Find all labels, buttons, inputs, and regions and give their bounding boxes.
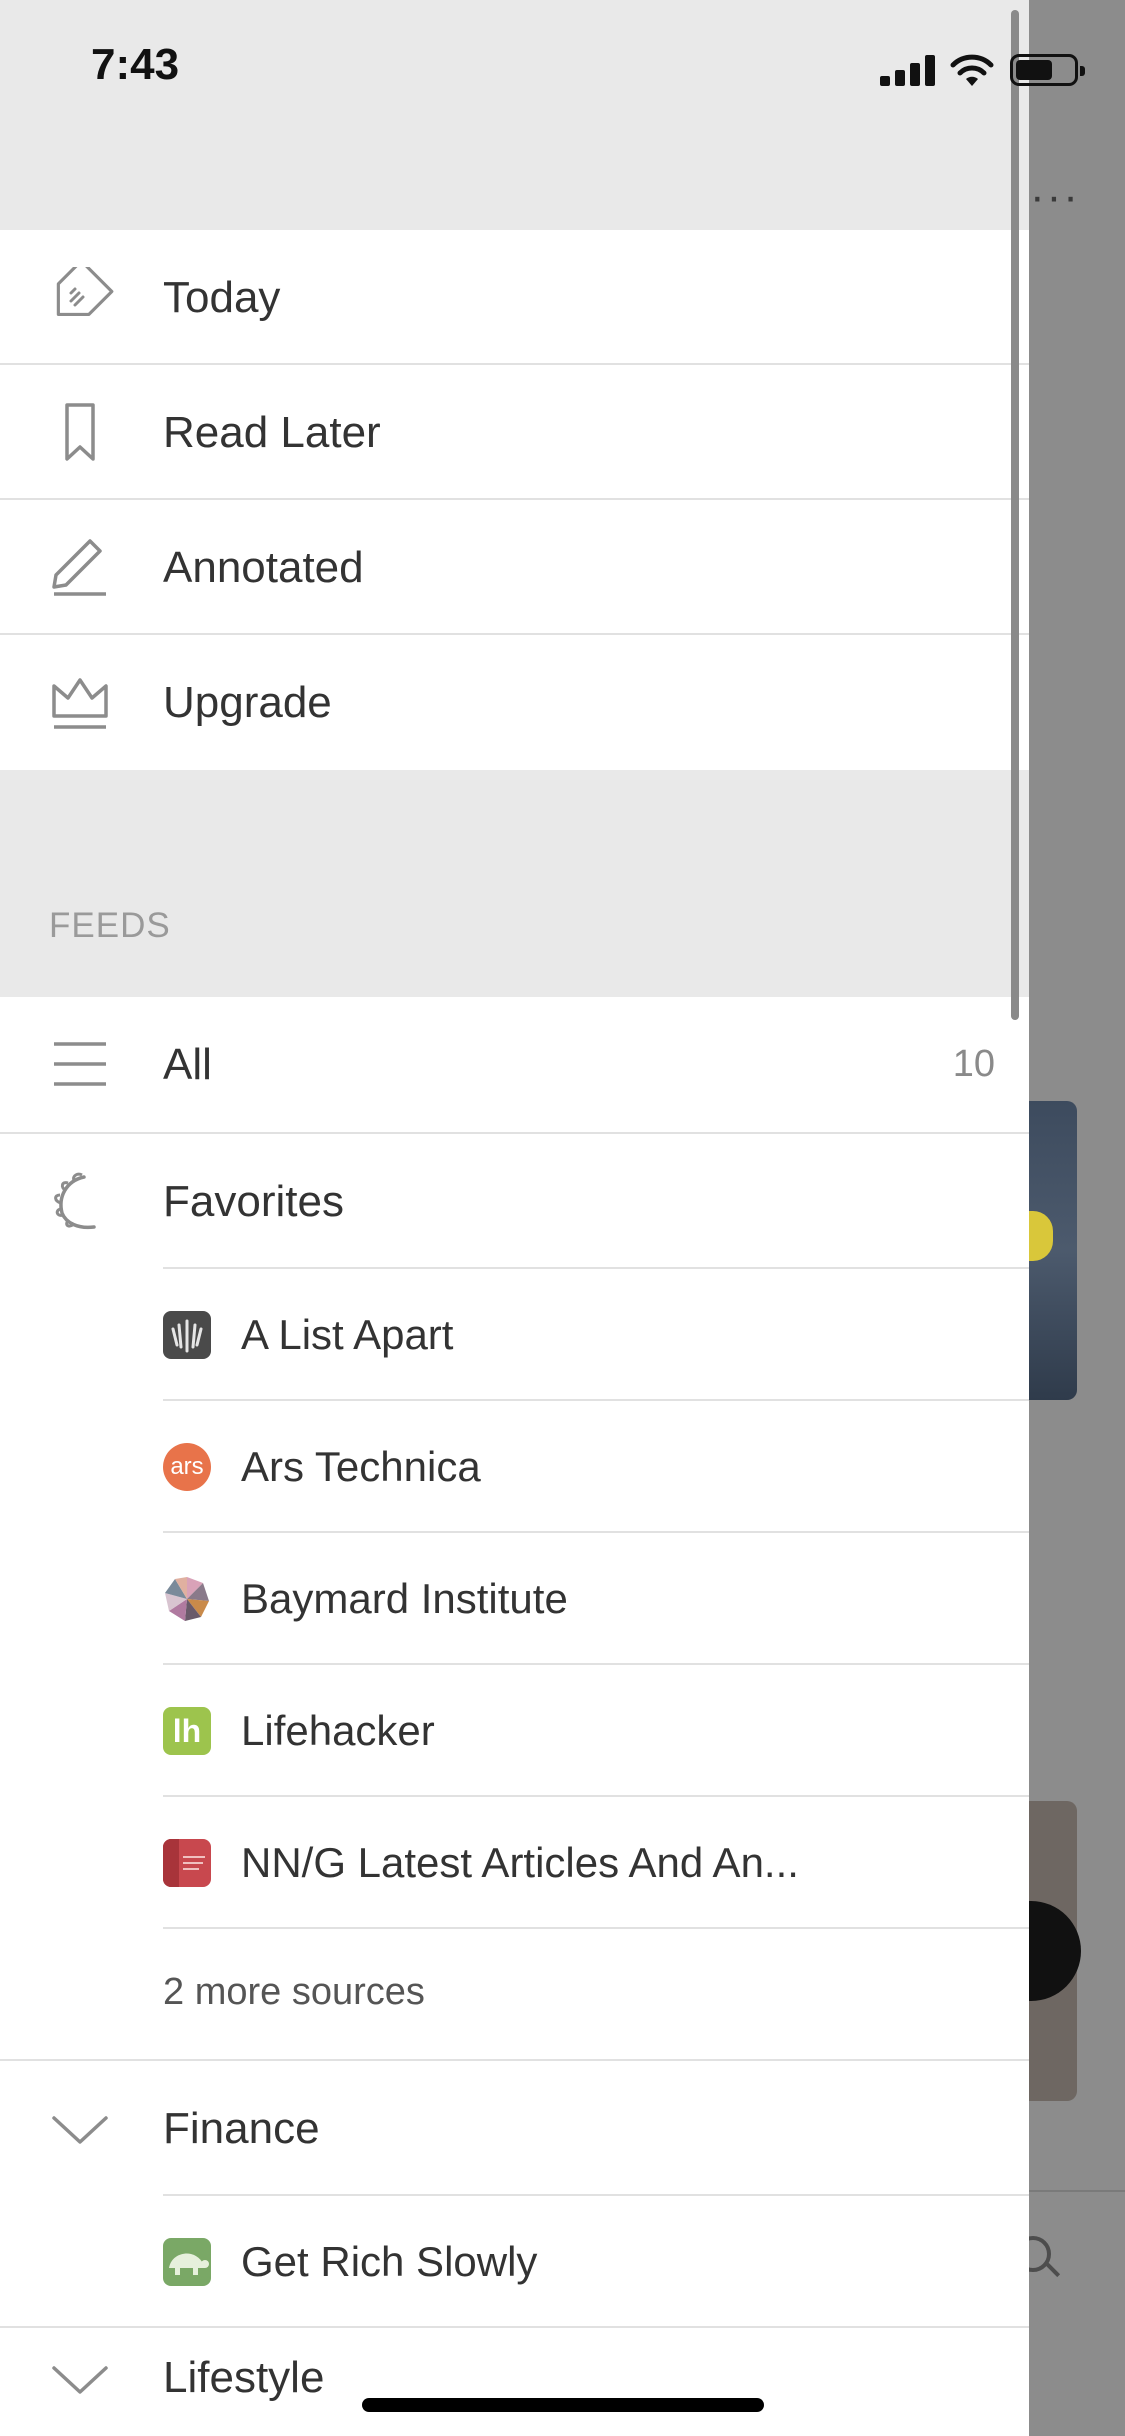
status-bar: 7:43 (0, 0, 1125, 140)
source-label: A List Apart (241, 1311, 454, 1358)
feeds-section-title: FEEDS (49, 906, 171, 945)
source-label: Lifehacker (241, 1707, 435, 1754)
feed-folder-lifestyle[interactable]: Lifestyle (0, 2328, 1029, 2436)
nav-item-label: Read Later (163, 408, 381, 457)
navigation-drawer: Today Read Later Annotated Upgrade FEEDS… (0, 0, 1029, 2436)
nav-item-annotated[interactable]: Annotated (0, 500, 1029, 635)
status-time: 7:43 (91, 40, 180, 89)
source-label: NN/G Latest Articles And An... (241, 1839, 799, 1886)
nng-favicon (163, 1839, 211, 1887)
source-get-rich-slowly[interactable]: Get Rich Slowly (0, 2196, 1029, 2328)
battery-icon (1010, 54, 1085, 86)
feed-folder-label: Lifestyle (163, 2353, 325, 2402)
source-label: Baymard Institute (241, 1575, 568, 1622)
unread-count: 10 (952, 1043, 995, 1085)
ars-technica-favicon: ars (163, 1443, 211, 1491)
bookmark-icon (65, 403, 95, 461)
background-divider (1029, 2190, 1125, 2192)
feed-folder-label: Favorites (163, 1177, 344, 1226)
feed-folder-favorites[interactable]: Favorites (0, 1134, 1029, 1269)
home-indicator[interactable] (362, 2398, 764, 2412)
nav-item-label: Annotated (163, 543, 364, 592)
nav-item-label: Upgrade (163, 678, 332, 727)
more-sources-link[interactable]: 2 more sources (163, 1926, 425, 2058)
get-rich-slowly-favicon (163, 2238, 211, 2286)
feed-item-all[interactable]: All 10 (0, 997, 1029, 1132)
source-label: Get Rich Slowly (241, 2238, 538, 2285)
background-article-image (1029, 1101, 1077, 1400)
a-list-apart-favicon (163, 1311, 211, 1359)
source-label: Ars Technica (241, 1443, 481, 1490)
laurel-icon (54, 1172, 96, 1230)
nav-item-upgrade[interactable]: Upgrade (0, 635, 1029, 770)
chevron-down-icon (52, 2116, 108, 2144)
nav-item-label: Today (163, 273, 281, 322)
more-options-icon: ··· (1030, 172, 1080, 221)
source-lifehacker[interactable]: lh Lifehacker (0, 1665, 1029, 1797)
source-ars-technica[interactable]: ars Ars Technica (0, 1401, 1029, 1533)
crown-icon (52, 678, 108, 729)
pencil-icon (52, 539, 106, 596)
screen: ··· Today Read Later Annotated Upgrade F… (0, 0, 1125, 2436)
feed-item-label: All (163, 1040, 212, 1089)
source-a-list-apart[interactable]: A List Apart (0, 1269, 1029, 1401)
lifehacker-favicon: lh (163, 1707, 211, 1755)
source-baymard-institute[interactable]: Baymard Institute (0, 1533, 1029, 1665)
feed-folder-finance[interactable]: Finance (0, 2061, 1029, 2196)
today-tag-icon (56, 267, 114, 316)
cellular-signal-icon (880, 54, 936, 86)
chevron-down-icon (52, 2366, 108, 2394)
baymard-favicon (163, 1575, 211, 1623)
section-spacer (0, 770, 1029, 997)
list-icon (54, 1042, 106, 1086)
feed-folder-label: Finance (163, 2104, 320, 2153)
background-article-image (1011, 1801, 1081, 2101)
nav-item-today[interactable]: Today (0, 230, 1029, 365)
wifi-icon (950, 54, 994, 86)
nav-item-read-later[interactable]: Read Later (0, 365, 1029, 500)
scroll-indicator[interactable] (1011, 10, 1019, 1020)
source-nng[interactable]: NN/G Latest Articles And An... (0, 1797, 1029, 1929)
